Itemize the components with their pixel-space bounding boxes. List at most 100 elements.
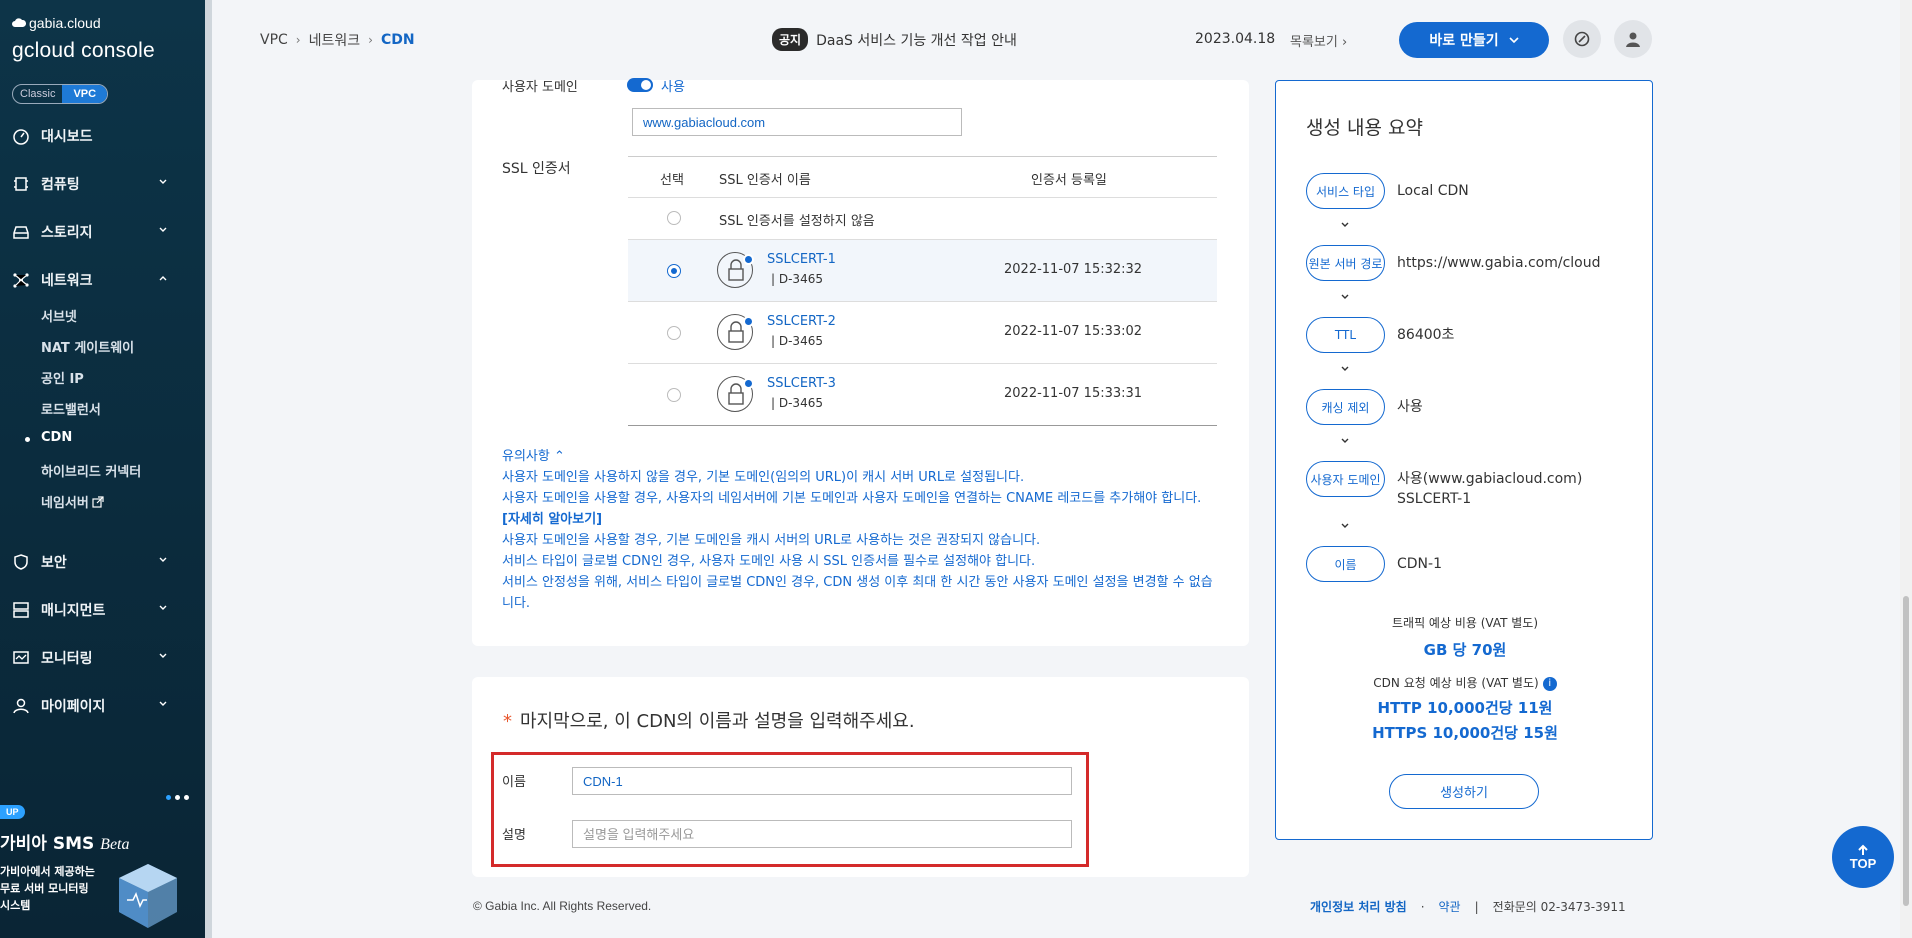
carousel-dot[interactable] <box>184 795 189 800</box>
chat-button[interactable] <box>1563 20 1601 58</box>
sidebar-item-hybrid-connector[interactable]: 하이브리드 커넥터 <box>41 461 141 480</box>
carousel-dot[interactable] <box>175 795 180 800</box>
chevron-down-icon <box>1341 294 1349 299</box>
cdn-name-input[interactable] <box>572 767 1072 795</box>
sidebar-item-load-balancer[interactable]: 로드밸런서 <box>41 399 101 418</box>
breadcrumb-separator: › <box>368 33 373 47</box>
classic-vpc-toggle[interactable]: Classic VPC <box>12 84 109 104</box>
nav-dashboard[interactable]: 대시보드 <box>0 112 205 160</box>
cert-id: | D-3465 <box>771 272 823 286</box>
console-logo[interactable]: gcloud console <box>12 39 155 63</box>
shield-icon <box>14 554 28 570</box>
chevron-down-icon <box>1341 438 1349 443</box>
note-line: 서비스 타입이 글로벌 CDN인 경우, 사용자 도메인 사용 시 SSL 인증… <box>502 554 1036 569</box>
cert-name[interactable]: SSLCERT-2 <box>767 314 836 329</box>
radio-sslcert-1[interactable] <box>667 264 681 278</box>
col-cert-name: SSL 인증서 이름 <box>719 173 811 188</box>
radio-none[interactable] <box>667 211 681 225</box>
https-cost-value: HTTPS 10,000건당 15원 <box>1372 724 1558 742</box>
radio-sslcert-2[interactable] <box>667 326 681 340</box>
nav-computing-label: 컴퓨팅 <box>41 177 80 193</box>
page-scrollbar[interactable] <box>1900 0 1912 938</box>
carousel-dot[interactable] <box>166 795 171 800</box>
nav-network[interactable]: 네트워크 <box>0 256 205 304</box>
chat-icon <box>1574 31 1590 47</box>
sidebar-item-public-ip[interactable]: 공인 IP <box>41 368 84 387</box>
nav-computing[interactable]: 컴퓨팅 <box>0 160 205 208</box>
note-line-text: 사용자 도메인을 사용할 경우, 사용자의 네임서버에 기본 도메인과 사용자 … <box>502 491 1202 506</box>
nav-storage[interactable]: 스토리지 <box>0 208 205 256</box>
summary-key-name: 이름 <box>1306 546 1385 582</box>
toggle-vpc[interactable]: VPC <box>62 85 108 103</box>
table-row[interactable]: SSLCERT-1 | D-3465 2022-11-07 15:32:32 <box>628 240 1217 302</box>
promo-title-italic: Beta <box>100 836 130 853</box>
user-icon <box>13 698 29 714</box>
chevron-up-icon <box>159 276 167 281</box>
chevron-up-icon: ⌃ <box>553 449 565 464</box>
active-dot <box>25 437 30 442</box>
cert-name[interactable]: SSLCERT-3 <box>767 376 836 391</box>
scrollbar-thumb[interactable] <box>1903 596 1909 906</box>
ssl-cert-value: SSLCERT-1 <box>1397 491 1472 507</box>
notice-banner[interactable]: 공지 DaaS 서비스 기능 개선 작업 안내 <box>772 28 1017 51</box>
carousel-dots[interactable] <box>166 795 189 800</box>
notes-toggle[interactable]: 유의사항 ⌃ <box>502 446 1214 467</box>
radio-sslcert-3[interactable] <box>667 388 681 402</box>
nav-mypage[interactable]: 마이페이지 <box>0 682 205 730</box>
nav-security[interactable]: 보안 <box>0 538 205 586</box>
promo-description: 가비아에서 제공하는 무료 서버 모니터링 시스템 <box>0 865 95 912</box>
list-view-link[interactable]: 목록보기 › <box>1290 31 1347 50</box>
cert-name[interactable]: SSLCERT-1 <box>767 252 836 267</box>
nav-security-label: 보안 <box>41 555 67 571</box>
nav-mypage-label: 마이페이지 <box>41 699 106 715</box>
sidebar-item-nat-gateway[interactable]: NAT 게이트웨이 <box>41 337 134 356</box>
notice-tag: 공지 <box>772 28 809 51</box>
info-icon[interactable]: i <box>1542 676 1557 691</box>
sidebar-item-subnet[interactable]: 서브넷 <box>41 306 77 325</box>
sidebar-scrollbar[interactable] <box>205 0 212 938</box>
lock-icon <box>717 376 754 412</box>
learn-more-link[interactable]: [자세히 알아보기] <box>502 512 602 527</box>
traffic-cost-label: 트래픽 예상 비용 (VAT 별도) <box>1391 616 1539 630</box>
quick-create-label: 바로 만들기 <box>1429 33 1499 49</box>
sidebar: gabia.cloud gcloud console Classic VPC 대… <box>0 0 212 938</box>
sms-promo-banner[interactable]: UP 가비아 SMS Beta 가비아에서 제공하는 무료 서버 모니터링 시스… <box>0 805 205 938</box>
privacy-policy-link[interactable]: 개인정보 처리 방침 <box>1310 898 1407 915</box>
toggle-classic[interactable]: Classic <box>13 85 62 103</box>
summary-value-cache-exclude: 사용 <box>1397 399 1423 415</box>
nav-network-label: 네트워크 <box>41 273 93 289</box>
user-domain-label: 사용자 도메인 <box>502 80 578 95</box>
cdn-description-input[interactable] <box>572 820 1072 848</box>
chevron-down-icon <box>159 605 167 610</box>
chevron-down-icon <box>159 227 167 232</box>
ssl-cert-label: SSL 인증서 <box>502 161 571 177</box>
nav-management[interactable]: 매니지먼트 <box>0 586 205 634</box>
quick-create-button[interactable]: 바로 만들기 <box>1399 22 1549 58</box>
logo-top[interactable]: gabia.cloud <box>12 15 101 31</box>
profile-button[interactable] <box>1614 20 1652 58</box>
breadcrumb-vpc[interactable]: VPC <box>260 32 288 48</box>
scroll-top-button[interactable]: TOP <box>1832 826 1894 888</box>
terms-link[interactable]: 약관 <box>1439 898 1461 915</box>
nameserver-label: 네임서버 <box>41 496 89 511</box>
nav-monitoring[interactable]: 모니터링 <box>0 634 205 682</box>
summary-value-user-domain: 사용(www.gabiacloud.com) SSLCERT-1 <box>1397 469 1582 509</box>
table-row[interactable]: SSLCERT-2 | D-3465 2022-11-07 15:33:02 <box>628 302 1217 364</box>
user-domain-toggle[interactable] <box>627 78 653 92</box>
nav-monitoring-label: 모니터링 <box>41 651 93 667</box>
table-row[interactable]: SSLCERT-3 | D-3465 2022-11-07 15:33:31 <box>628 364 1217 426</box>
summary-key-origin-path: 원본 서버 경로 <box>1306 245 1385 281</box>
nav-dashboard-label: 대시보드 <box>41 129 93 145</box>
note-line: 사용자 도메인을 사용할 경우, 사용자의 네임서버에 기본 도메인과 사용자 … <box>502 488 1214 530</box>
sidebar-item-cdn[interactable]: CDN <box>41 430 72 445</box>
notice-text[interactable]: DaaS 서비스 기능 개선 작업 안내 <box>816 30 1017 50</box>
table-row[interactable]: SSL 인증서를 설정하지 않음 <box>628 198 1217 240</box>
sidebar-item-nameserver[interactable]: 네임서버 <box>41 492 104 511</box>
cert-date: 2022-11-07 15:33:31 <box>1004 386 1143 401</box>
user-domain-input[interactable] <box>632 108 962 136</box>
scroll-top-label: TOP <box>1849 855 1877 871</box>
summary-value-service-type: Local CDN <box>1397 183 1469 199</box>
create-button[interactable]: 생성하기 <box>1389 774 1539 809</box>
promo-title: 가비아 SMS Beta <box>0 829 130 854</box>
breadcrumb-network[interactable]: 네트워크 <box>309 30 361 50</box>
